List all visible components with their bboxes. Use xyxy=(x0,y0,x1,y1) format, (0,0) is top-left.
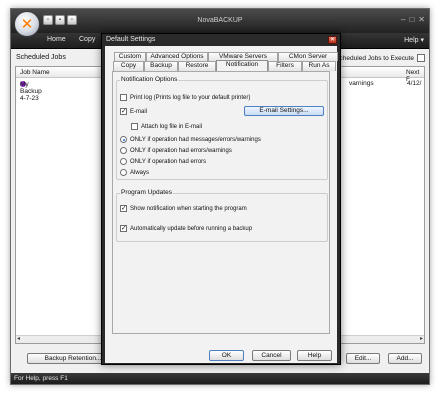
radio-label: ONLY if operation had errors xyxy=(130,158,207,165)
group-title: Notification Options xyxy=(120,76,179,83)
show-notification-label: Show notification when starting the prog… xyxy=(130,205,247,212)
attach-log-option[interactable]: Attach log file in E-mail xyxy=(131,123,202,130)
radio-errors[interactable]: ONLY if operation had errors xyxy=(120,158,206,165)
show-scheduled-jobs-label: w Scheduled Jobs to Execute xyxy=(328,54,414,62)
dialog-close-button[interactable]: ✕ xyxy=(328,36,337,44)
help-menu[interactable]: Help ▾ xyxy=(404,36,424,44)
notification-tab-page: Notification Options Print log (Prints l… xyxy=(112,71,330,334)
default-settings-dialog: Default Settings ✕ Custom Advanced Optio… xyxy=(101,33,341,365)
radio-label: ONLY if operation had errors/warnings xyxy=(130,147,232,154)
app-logo-icon: ✕ xyxy=(20,15,34,33)
tab-cmon-server[interactable]: CMon Server xyxy=(278,52,338,61)
restore-button[interactable]: □ xyxy=(409,15,414,24)
radio-label: Always xyxy=(130,169,150,176)
edit-button[interactable]: Edit... xyxy=(346,353,380,364)
dialog-body: Custom Advanced Options VMware Servers C… xyxy=(105,46,338,363)
attach-log-checkbox[interactable] xyxy=(131,123,138,130)
dialog-title: Default Settings xyxy=(106,36,156,43)
scroll-left-icon[interactable]: ◂ xyxy=(17,335,20,342)
scroll-right-icon[interactable]: ▸ xyxy=(420,335,423,342)
column-header-job-name[interactable]: Job Name xyxy=(20,69,50,76)
close-icon: ✕ xyxy=(329,37,336,43)
radio-label: ONLY if operation had messages/errors/wa… xyxy=(130,136,261,143)
tab-advanced-options[interactable]: Advanced Options xyxy=(146,52,208,61)
tab-restore[interactable]: Restore xyxy=(178,61,216,71)
auto-update-option[interactable]: ✓ Automatically update before running a … xyxy=(120,225,252,232)
show-scheduled-jobs-checkbox[interactable] xyxy=(417,54,425,62)
minimize-button[interactable]: – xyxy=(401,15,405,24)
ribbon-tab-copy[interactable]: Copy xyxy=(79,36,95,43)
radio-errors-warnings[interactable]: ONLY if operation had errors/warnings xyxy=(120,147,232,154)
radio-always[interactable]: Always xyxy=(120,169,149,176)
application-menu-button[interactable]: ✕ xyxy=(14,11,40,37)
next-run-cell: 4/12/ xyxy=(407,80,422,87)
tab-filters[interactable]: Filters xyxy=(268,61,302,71)
show-notification-option[interactable]: ✓ Show notification when starting the pr… xyxy=(120,205,247,212)
open-folder-icon[interactable]: ▪ xyxy=(55,15,65,25)
tab-backup[interactable]: Backup xyxy=(144,61,178,71)
job-name-text: My Backup 4-7-23 xyxy=(20,81,42,102)
show-notification-checkbox[interactable]: ✓ xyxy=(120,205,127,212)
program-updates-group: Program Updates ✓ Show notification when… xyxy=(116,189,328,242)
print-log-checkbox[interactable] xyxy=(120,94,127,101)
close-button[interactable]: ✕ xyxy=(418,15,425,24)
job-status-cell: varnings xyxy=(349,80,374,87)
radio-messages-errors-warnings[interactable]: ONLY if operation had messages/errors/wa… xyxy=(120,136,261,143)
new-icon[interactable]: ▫ xyxy=(43,15,53,25)
tab-custom[interactable]: Custom xyxy=(114,52,146,61)
email-option[interactable]: ✓ E-mail xyxy=(120,108,147,115)
dialog-help-button[interactable]: Help xyxy=(297,350,332,361)
ribbon-tab-home[interactable]: Home xyxy=(47,36,66,43)
save-icon[interactable]: ▫ xyxy=(67,15,77,25)
add-button[interactable]: Add... xyxy=(388,353,422,364)
group-title: Program Updates xyxy=(120,189,173,196)
radio-button[interactable] xyxy=(120,169,127,176)
attach-log-label: Attach log file in E-mail xyxy=(141,123,203,130)
help-label: Help xyxy=(404,37,419,44)
notification-options-group: Notification Options Print log (Prints l… xyxy=(116,76,328,180)
window-controls: – □ ✕ xyxy=(401,15,425,24)
radio-button[interactable] xyxy=(120,158,127,165)
title-bar: NovaBACKUP ▫ ▪ ▫ – □ ✕ xyxy=(11,9,429,33)
email-checkbox[interactable]: ✓ xyxy=(120,108,127,115)
chevron-down-icon: ▾ xyxy=(420,37,424,44)
cancel-button[interactable]: Cancel xyxy=(252,350,291,361)
tab-run-as[interactable]: Run As xyxy=(302,61,336,71)
show-scheduled-jobs-option[interactable]: w Scheduled Jobs to Execute xyxy=(329,54,425,62)
print-log-option[interactable]: Print log (Prints log file to your defau… xyxy=(120,94,250,101)
quick-access-toolbar: ▫ ▪ ▫ xyxy=(43,15,77,25)
print-log-label: Print log (Prints log file to your defau… xyxy=(130,94,251,101)
tab-copy[interactable]: Copy xyxy=(113,61,144,71)
auto-update-label: Automatically update before running a ba… xyxy=(130,225,253,232)
auto-update-checkbox[interactable]: ✓ xyxy=(120,225,127,232)
radio-button[interactable] xyxy=(120,147,127,154)
radio-button[interactable] xyxy=(120,136,127,143)
tab-notification[interactable]: Notification xyxy=(216,60,268,71)
scheduled-jobs-label: Scheduled Jobs xyxy=(16,54,66,61)
email-label: E-mail xyxy=(130,108,148,115)
status-bar: For Help, press F1 xyxy=(11,373,429,384)
email-settings-button[interactable]: E-mail Settings... xyxy=(244,106,324,116)
ok-button[interactable]: OK xyxy=(209,350,244,361)
